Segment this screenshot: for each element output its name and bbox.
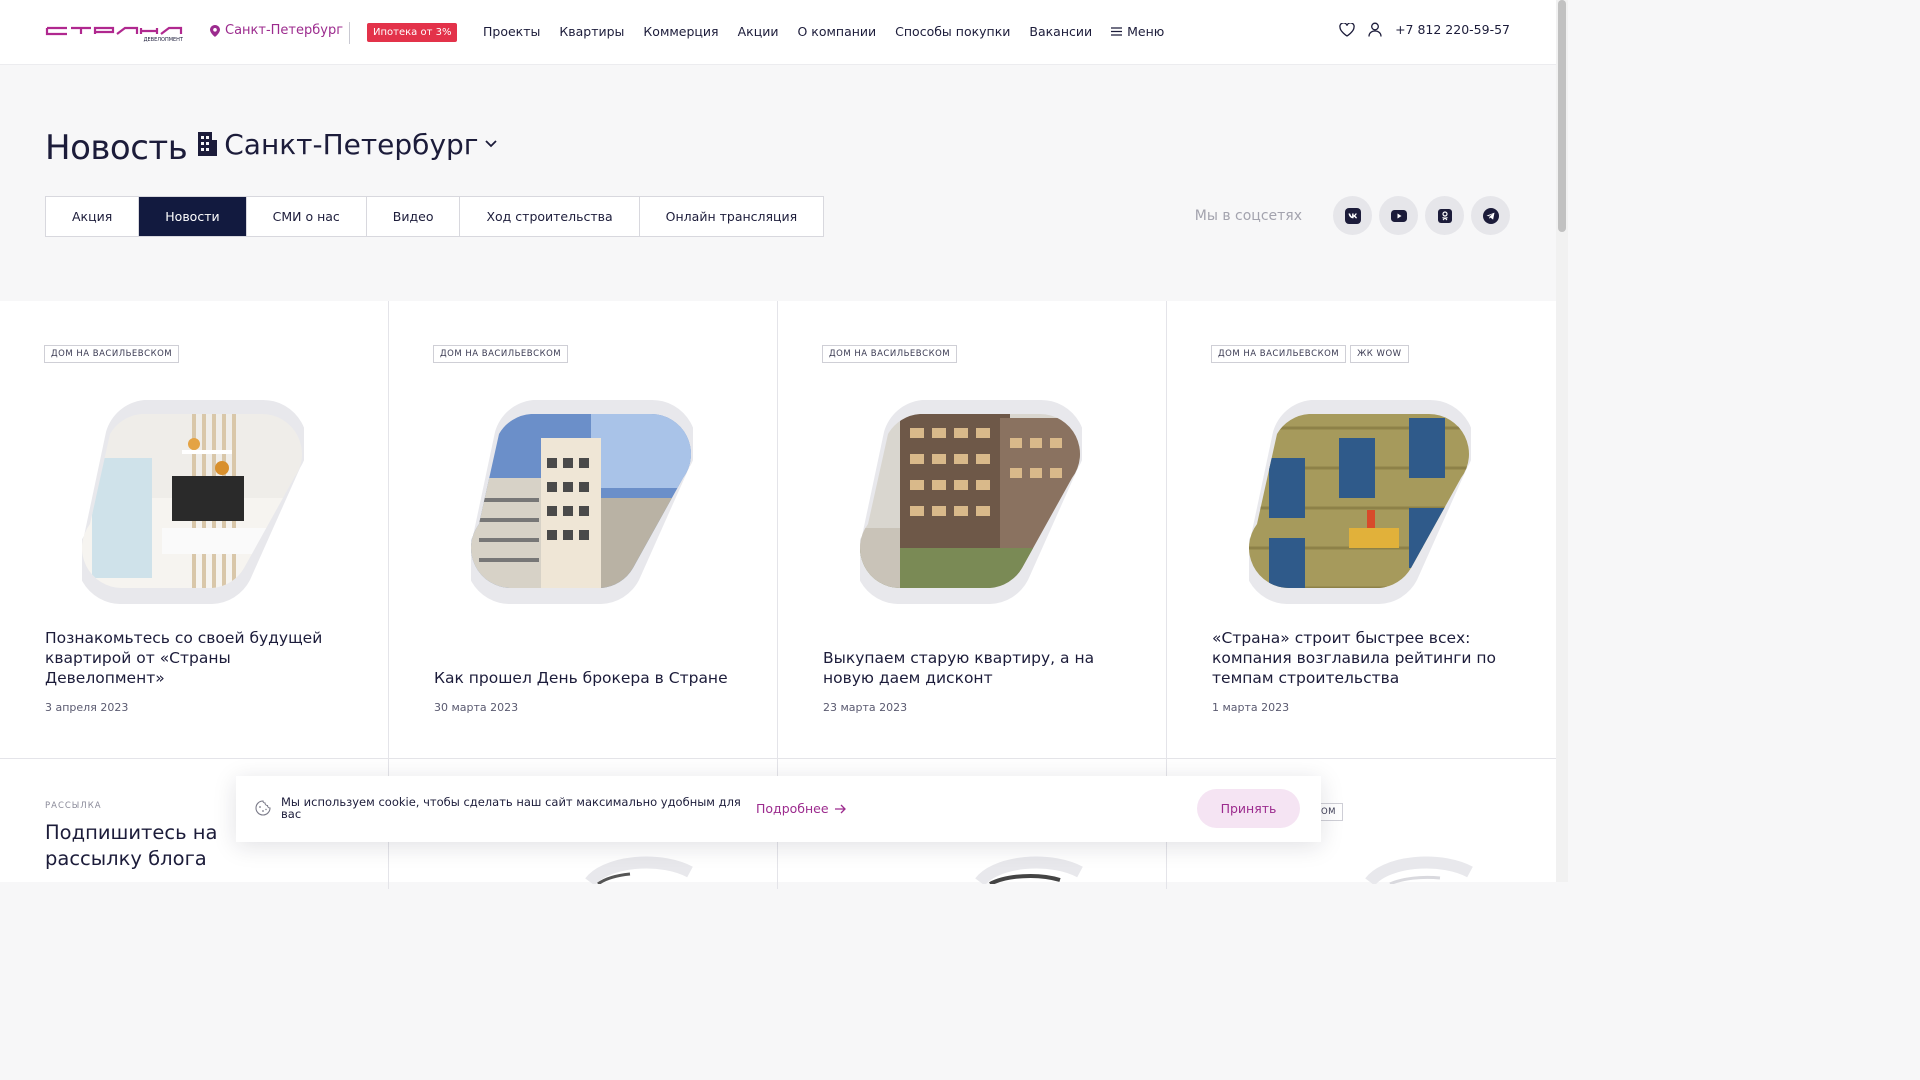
- card-tag[interactable]: ДОМ НА ВАСИЛЬЕВСКОМ: [433, 345, 569, 363]
- tab-media[interactable]: СМИ о нас: [247, 197, 367, 236]
- news-card[interactable]: ДОМ НА ВАСИЛЬЕВСКОМ Выкупаем старую квар…: [778, 301, 1167, 758]
- arrow-right-icon: [834, 804, 846, 813]
- news-card-image: [82, 399, 304, 604]
- news-card[interactable]: ДОМ НА ВАСИЛЬЕВСКОМ ЖК WOW «Страна» стро…: [1167, 301, 1556, 758]
- news-card-title[interactable]: «Страна» строит быстрее всех: компания в…: [1212, 628, 1522, 688]
- nav-item-about[interactable]: О компании: [797, 24, 876, 39]
- subscribe-label: РАССЫЛКА: [45, 801, 102, 811]
- card-tags: ДОМ НА ВАСИЛЬЕВСКОМ: [433, 345, 569, 363]
- hamburger-icon: [1111, 27, 1123, 36]
- tab-video[interactable]: Видео: [367, 197, 461, 236]
- cookie-more-label: Подробнее: [756, 801, 829, 816]
- odnoklassniki-icon: [1437, 208, 1452, 223]
- news-card[interactable]: ДОМ НА ВАСИЛЬЕВСКОМ Как прошел День брок…: [389, 301, 778, 758]
- news-card-image: [1365, 856, 1473, 884]
- news-card-title[interactable]: Выкупаем старую квартиру, а на новую дае…: [823, 648, 1133, 688]
- news-card-image: [860, 399, 1082, 604]
- tab-construction[interactable]: Ход строительства: [460, 197, 640, 236]
- city-dropdown-label: Санкт-Петербург: [224, 127, 479, 161]
- youtube-button[interactable]: [1379, 196, 1418, 235]
- cookie-more-link[interactable]: Подробнее: [756, 801, 846, 816]
- chevron-down-icon: [484, 140, 497, 148]
- social-label: Мы в соцсетях: [1194, 207, 1302, 224]
- nav-item-promotions[interactable]: Акции: [738, 24, 779, 39]
- news-card-title[interactable]: Познакомьтесь со своей будущей квартирой…: [45, 628, 355, 688]
- category-tabs: Акция Новости СМИ о нас Видео Ход строит…: [45, 196, 825, 237]
- main-nav: Проекты Квартиры Коммерция Акции О компа…: [483, 24, 1164, 39]
- news-card-image: [585, 856, 693, 884]
- nav-item-apartments[interactable]: Квартиры: [559, 24, 624, 39]
- card-tag[interactable]: ДОМ НА ВАСИЛЬЕВСКОМ: [1211, 345, 1347, 363]
- news-card-title[interactable]: Как прошел День брокера в Стране: [434, 668, 744, 688]
- nav-item-vacancies[interactable]: Вакансии: [1029, 24, 1092, 39]
- tab-news[interactable]: Новости: [139, 197, 247, 236]
- news-card-image: [1249, 399, 1471, 604]
- odnoklassniki-button[interactable]: [1425, 196, 1464, 235]
- page-title: Новость: [45, 128, 188, 168]
- card-tag[interactable]: ЖК WOW: [1350, 345, 1409, 363]
- cookie-icon: [255, 800, 271, 816]
- svg-text:ДЕВЕЛОПМЕНТ: ДЕВЕЛОПМЕНТ: [144, 37, 184, 42]
- building-icon: [198, 132, 218, 156]
- scrollbar-thumb[interactable]: [1558, 0, 1566, 232]
- news-card-date: 1 марта 2023: [1212, 701, 1290, 714]
- mortgage-badge[interactable]: Ипотека от 3%: [367, 23, 458, 42]
- cookie-banner: Мы используем cookie, чтобы сделать наш …: [236, 776, 1321, 842]
- page-scrollbar[interactable]: [1556, 0, 1568, 882]
- nav-item-purchase-methods[interactable]: Способы покупки: [895, 24, 1010, 39]
- city-dropdown[interactable]: Санкт-Петербург: [196, 127, 497, 161]
- nav-item-commerce[interactable]: Коммерция: [643, 24, 718, 39]
- cookie-text: Мы используем cookie, чтобы сделать наш …: [281, 795, 741, 821]
- card-tag[interactable]: ДОМ НА ВАСИЛЬЕВСКОМ: [822, 345, 958, 363]
- favorites-heart-icon[interactable]: [1339, 22, 1355, 37]
- card-tag[interactable]: ДОМ НА ВАСИЛЬЕВСКОМ: [44, 345, 180, 363]
- user-account-icon[interactable]: [1368, 22, 1382, 37]
- news-card-date: 3 апреля 2023: [45, 701, 129, 714]
- menu-button[interactable]: Меню: [1111, 24, 1164, 39]
- header-divider: [349, 22, 350, 44]
- header-city-label: Санкт-Петербург: [225, 23, 344, 38]
- vk-button[interactable]: [1333, 196, 1372, 235]
- header-right: +7 812 220-59-57: [1339, 22, 1510, 37]
- page-heading: Новость Санкт-Петербург: [45, 128, 497, 168]
- card-tags: ДОМ НА ВАСИЛЬЕВСКОМ: [44, 345, 180, 363]
- site-header: ДЕВЕЛОПМЕНТ Санкт-Петербург Ипотека от 3…: [0, 0, 1556, 65]
- news-card-date: 30 марта 2023: [434, 701, 519, 714]
- news-card-image: [471, 399, 693, 604]
- card-tags: ДОМ НА ВАСИЛЬЕВСКОМ ЖК WOW: [1211, 345, 1409, 363]
- menu-label: Меню: [1127, 24, 1165, 39]
- header-phone[interactable]: +7 812 220-59-57: [1395, 22, 1510, 37]
- card-tags: ДОМ НА ВАСИЛЬЕВСКОМ: [822, 345, 958, 363]
- grid-row-divider: [0, 758, 1556, 759]
- strana-logo[interactable]: ДЕВЕЛОПМЕНТ: [45, 24, 185, 42]
- vk-icon: [1344, 207, 1361, 224]
- telegram-button[interactable]: [1471, 196, 1510, 235]
- telegram-icon: [1482, 207, 1499, 224]
- news-card-date: 23 марта 2023: [823, 701, 908, 714]
- tab-promo[interactable]: Акция: [46, 197, 140, 236]
- nav-item-projects[interactable]: Проекты: [483, 24, 540, 39]
- tab-live-stream[interactable]: Онлайн трансляция: [640, 197, 824, 236]
- header-city-selector[interactable]: Санкт-Петербург: [210, 23, 343, 38]
- news-card[interactable]: ДОМ НА ВАСИЛЬЕВСКОМ Познакомьтесь со сво…: [0, 301, 389, 758]
- location-pin-icon: [210, 24, 220, 37]
- youtube-icon: [1390, 209, 1407, 222]
- social-links: Мы в соцсетях: [1195, 196, 1510, 235]
- news-card-image: [975, 856, 1083, 884]
- cookie-accept-button[interactable]: Принять: [1197, 789, 1300, 828]
